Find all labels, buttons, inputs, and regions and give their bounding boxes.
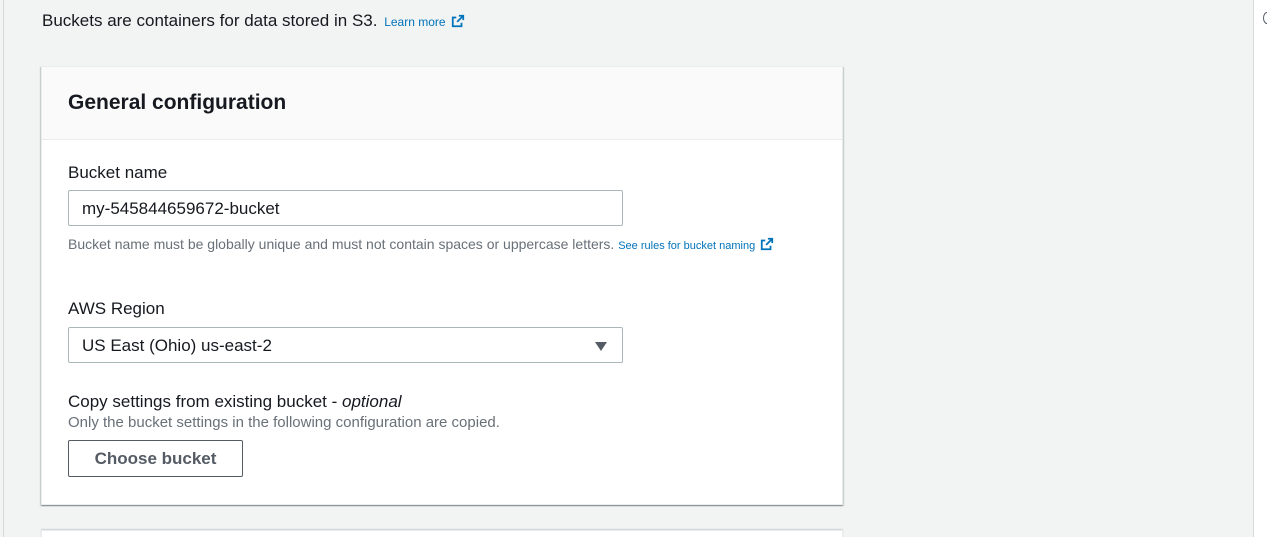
bucket-name-input[interactable]: my-545844659672-bucket: [68, 190, 623, 226]
external-link-icon: [761, 237, 774, 251]
learn-more-link[interactable]: Learn more: [384, 14, 465, 29]
external-link-icon: [451, 14, 465, 28]
bucket-name-label: Bucket name: [68, 163, 168, 182]
aws-region-label: AWS Region: [68, 299, 165, 318]
choose-bucket-button[interactable]: Choose bucket: [68, 440, 243, 477]
copy-settings-label-text: Copy settings from existing bucket -: [68, 392, 343, 411]
aws-region-select[interactable]: US East (Ohio) us-east-2: [68, 327, 623, 363]
intro-text: Buckets are containers for data stored i…: [42, 11, 465, 32]
left-divider: [3, 0, 4, 537]
copy-settings-description: Only the bucket settings in the followin…: [68, 414, 500, 431]
bucket-name-hint-text: Bucket name must be globally unique and …: [68, 236, 615, 252]
caret-down-icon: [595, 342, 607, 351]
general-configuration-panel: General configuration Bucket name my-545…: [41, 66, 843, 505]
right-side-panel: [1254, 0, 1267, 537]
aws-region-selected: US East (Ohio) us-east-2: [82, 336, 272, 355]
next-panel: [41, 530, 843, 537]
panel-header: General configuration: [42, 67, 842, 140]
info-icon[interactable]: [1263, 12, 1267, 24]
panel-title: General configuration: [68, 91, 287, 114]
bucket-naming-rules-link[interactable]: See rules for bucket naming: [618, 237, 774, 252]
bucket-name-value: my-545844659672-bucket: [82, 199, 280, 218]
optional-tag: optional: [342, 392, 402, 411]
create-bucket-page: Buckets are containers for data stored i…: [0, 0, 1267, 537]
bucket-naming-rules-label: See rules for bucket naming: [618, 240, 756, 252]
bucket-name-hint: Bucket name must be globally unique and …: [68, 235, 788, 255]
learn-more-label: Learn more: [384, 15, 446, 29]
copy-settings-label: Copy settings from existing bucket - opt…: [68, 392, 402, 412]
intro-description: Buckets are containers for data stored i…: [42, 11, 378, 30]
